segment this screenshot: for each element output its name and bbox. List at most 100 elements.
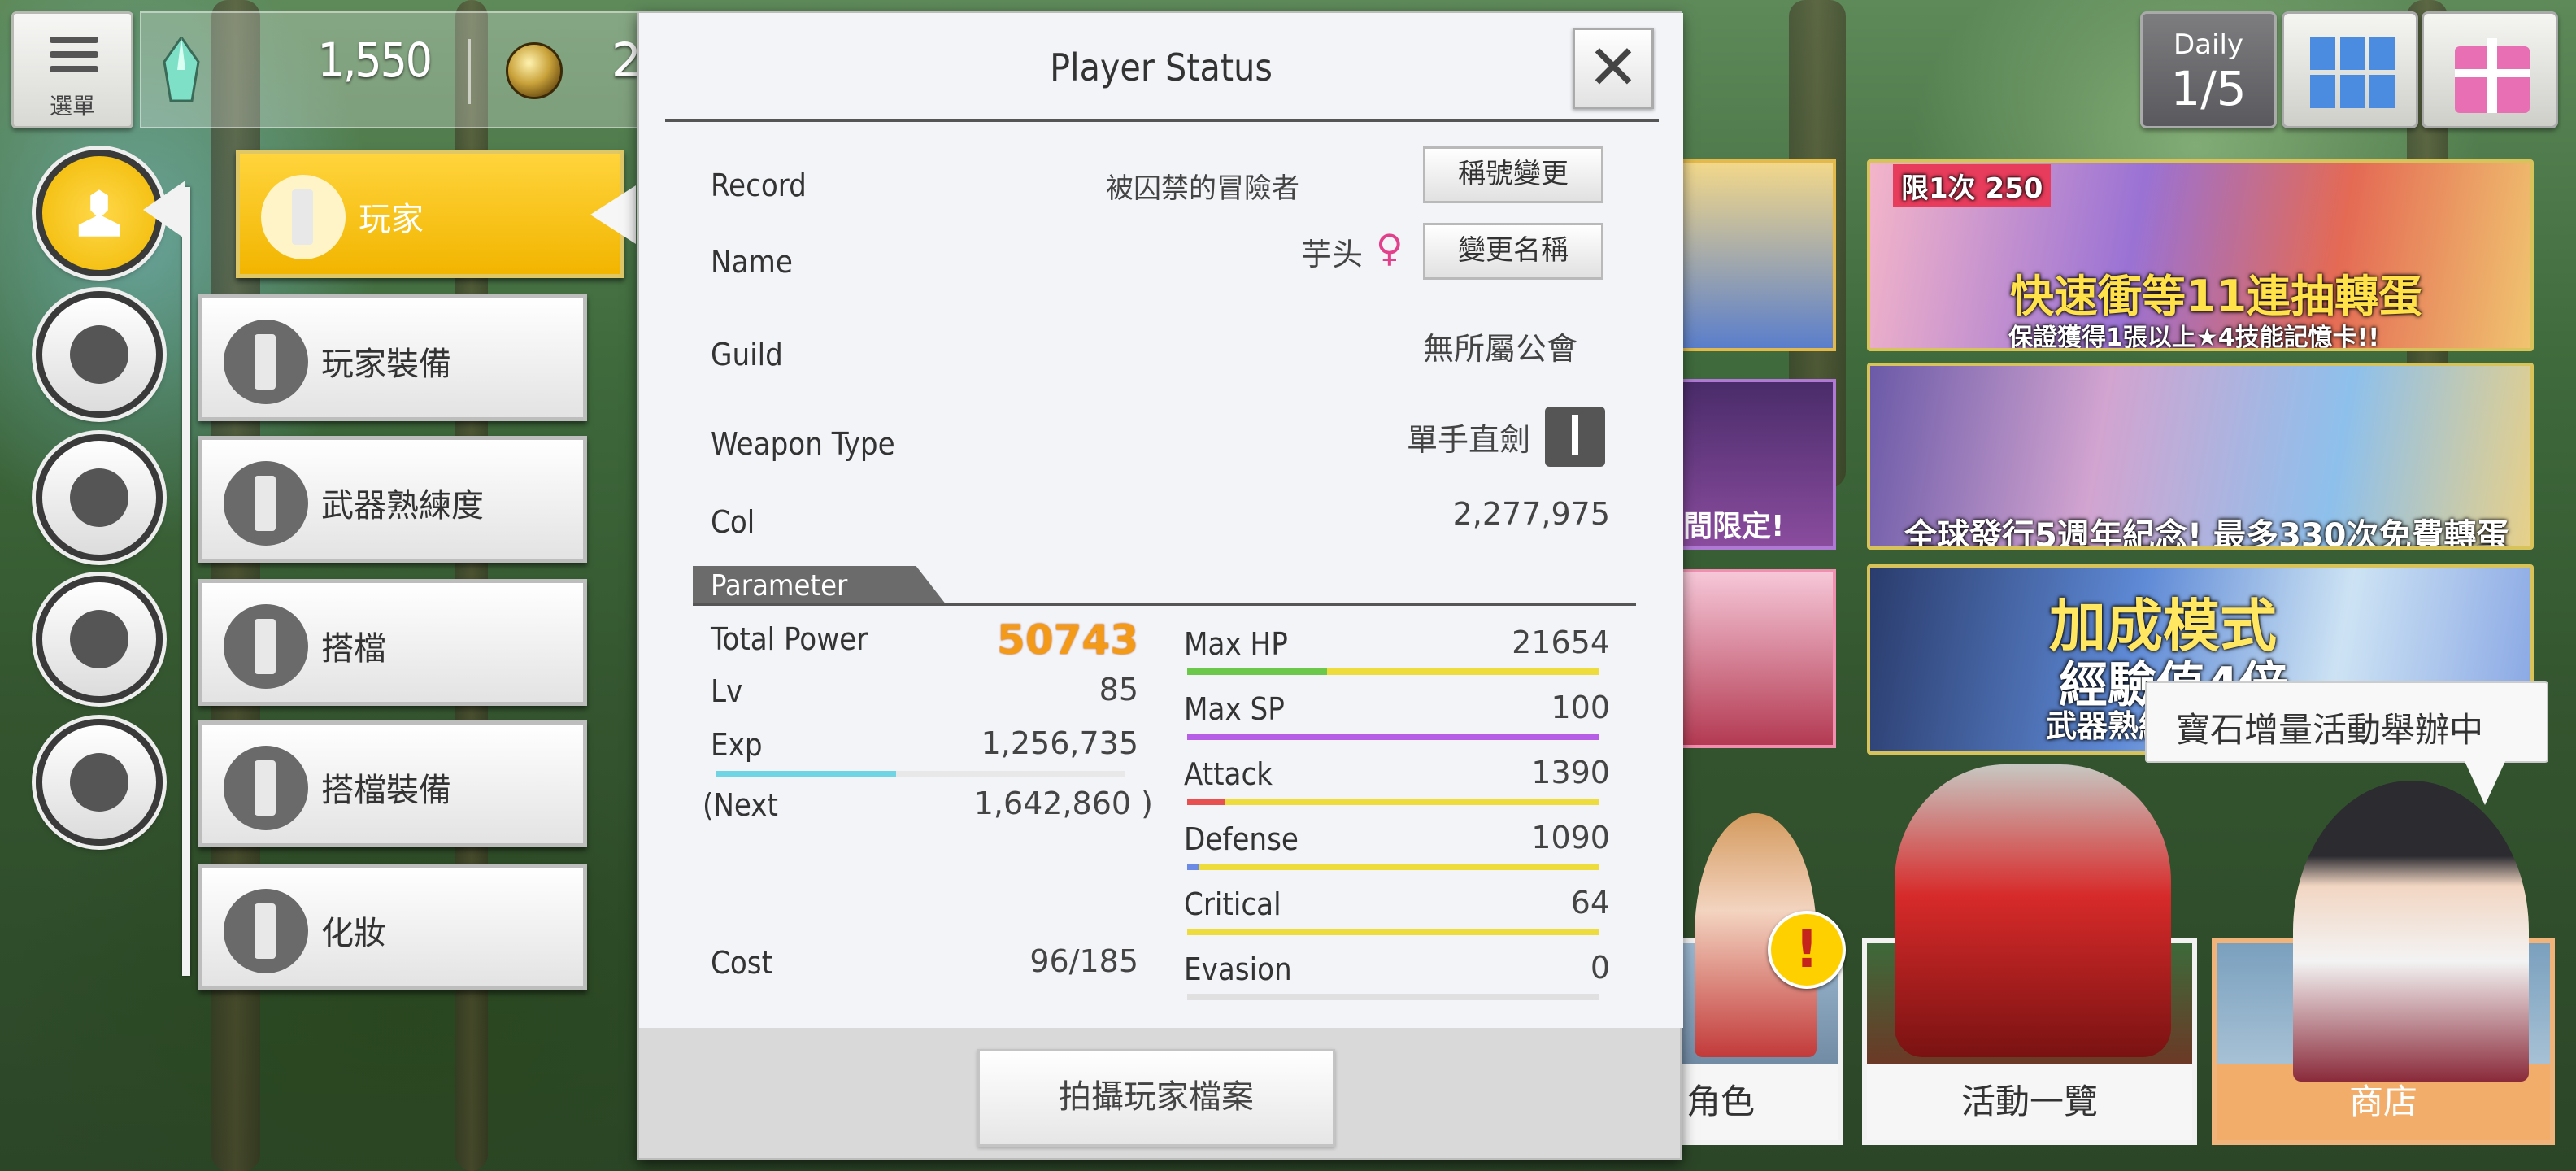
defense-value: 1090: [1531, 820, 1610, 855]
max-sp-label: Max SP: [1184, 691, 1285, 727]
col-label: Col: [711, 504, 755, 540]
level-value: 85: [1099, 672, 1138, 707]
daily-count: 1/5: [2170, 61, 2247, 116]
person-icon: [78, 189, 120, 237]
grid-icon: [2310, 37, 2395, 108]
sidebar-item-label: 搭檔: [321, 630, 386, 668]
sword-icon: [1545, 407, 1605, 467]
total-power-label: Total Power: [711, 621, 868, 657]
partner-equipment-icon: [224, 746, 308, 830]
menu-button[interactable]: 選單: [11, 11, 133, 128]
player-icon: [261, 175, 346, 259]
grid-menu-button[interactable]: [2282, 11, 2418, 128]
parameter-tab: Parameter: [693, 566, 946, 605]
change-name-button[interactable]: 變更名稱: [1423, 223, 1603, 280]
max-hp-bar: [1187, 668, 1599, 675]
partial-banner-text: 間限定!: [1683, 510, 1785, 543]
defense-label: Defense: [1184, 821, 1299, 857]
document-category-button[interactable]: [36, 434, 163, 561]
card-label: 活動一覽: [1867, 1064, 2192, 1140]
weapon-type-label: Weapon Type: [711, 426, 895, 462]
max-hp-label: Max HP: [1184, 626, 1288, 662]
equipment-icon: [224, 320, 308, 404]
sidebar-connector-line: [182, 187, 190, 976]
record-label: Record: [711, 168, 807, 203]
evasion-label: Evasion: [1184, 951, 1292, 987]
bag-category-button[interactable]: [36, 291, 163, 418]
hamburger-icon: [50, 37, 98, 72]
defense-bar: [1187, 864, 1599, 870]
sidebar-item-label: 搭檔裝備: [321, 772, 451, 809]
friends-category-button[interactable]: [36, 576, 163, 703]
currency-divider: [468, 39, 471, 104]
sidebar-item-partner[interactable]: 搭檔: [198, 579, 587, 706]
level-label: Lv: [711, 673, 743, 709]
tooltip-text: 寶石增量活動舉辦中: [2176, 710, 2484, 750]
banner-title: 快速衝等11連抽轉蛋: [2010, 271, 2423, 322]
coin-icon: [506, 42, 563, 99]
exp-progress-bar: [716, 771, 1125, 777]
bag-icon: [70, 325, 128, 384]
sidebar-item-cosmetics[interactable]: 化妝: [198, 864, 587, 990]
close-button[interactable]: ✕: [1573, 28, 1654, 109]
evasion-value: 0: [1590, 950, 1610, 986]
weapon-type-value: 單手直劍: [1406, 422, 1530, 458]
max-sp-value: 100: [1551, 690, 1610, 725]
critical-bar: [1187, 929, 1599, 935]
title-divider: [665, 119, 1659, 122]
attack-label: Attack: [1184, 756, 1273, 792]
player-status-dialog: Player Status ✕ Record 被囚禁的冒險者 稱號變更 Name…: [637, 11, 1683, 1160]
partial-banner-3[interactable]: [1677, 569, 1836, 748]
gear-icon: [70, 753, 128, 812]
banner-badge: 限1次 250: [1893, 164, 2052, 207]
cost-label: Cost: [711, 945, 772, 981]
crystal-icon: [163, 37, 200, 102]
people-icon: [70, 610, 128, 668]
banner-anniversary[interactable]: 全球發行5週年紀念! 最多330次免費轉蛋: [1867, 363, 2534, 550]
partial-banner-1[interactable]: [1677, 159, 1836, 351]
next-exp-label: (Next: [703, 787, 778, 823]
submenu-pointer: [590, 185, 636, 244]
next-exp-value: 1,642,860 ): [973, 786, 1153, 821]
attack-bar: [1187, 799, 1599, 805]
female-icon: ♀: [1376, 226, 1403, 270]
evasion-bar: [1187, 994, 1599, 1000]
banner-gacha-11[interactable]: 限1次 250 快速衝等11連抽轉蛋 保證獲得1張以上★4技能記憶卡!!: [1867, 159, 2534, 351]
gem-count: 1,550: [317, 33, 433, 88]
guild-label: Guild: [711, 337, 783, 372]
dialog-title: Player Status: [1050, 46, 1273, 89]
sidebar-item-player-equipment[interactable]: 玩家裝備: [198, 294, 587, 421]
alert-badge: !: [1768, 911, 1846, 989]
partial-banner-2[interactable]: 間限定!: [1677, 379, 1836, 550]
banner-subtitle: 保證獲得1張以上★4技能記憶卡!!: [2008, 324, 2380, 351]
sidebar-item-player[interactable]: 玩家: [236, 150, 624, 278]
max-hp-value: 21654: [1512, 625, 1610, 660]
change-title-button[interactable]: 稱號變更: [1423, 146, 1603, 203]
daily-button[interactable]: Daily 1/5: [2140, 11, 2277, 128]
col-value: 2,277,975: [1452, 496, 1610, 532]
selection-pointer: [143, 181, 185, 239]
name-value: 芋头: [1300, 237, 1363, 272]
crossed-swords-icon: [224, 461, 308, 546]
gift-button[interactable]: [2422, 11, 2558, 128]
cost-value: 96/185: [1029, 943, 1138, 979]
dragon-portrait: [1895, 764, 2171, 1057]
settings-category-button[interactable]: [36, 719, 163, 846]
parameter-divider: [693, 603, 1636, 606]
capture-profile-button[interactable]: 拍攝玩家檔案: [977, 1049, 1335, 1147]
sidebar-item-weapon-mastery[interactable]: 武器熟練度: [198, 436, 587, 563]
event-tooltip: 寶石增量活動舉辦中: [2145, 681, 2548, 763]
guild-value: 無所屬公會: [1422, 331, 1577, 367]
sidebar-item-label: 玩家裝備: [321, 346, 451, 383]
exp-value: 1,256,735: [981, 725, 1138, 761]
critical-label: Critical: [1184, 886, 1281, 922]
sidebar-item-label: 玩家: [359, 201, 424, 238]
max-sp-bar: [1187, 734, 1599, 740]
sidebar-item-partner-equipment[interactable]: 搭檔裝備: [198, 720, 587, 847]
menu-label: 選單: [49, 93, 95, 120]
tooltip-tail: [2464, 760, 2506, 805]
critical-value: 64: [1570, 885, 1610, 921]
card-label: 角色: [1672, 1064, 1838, 1140]
partner-icon: [224, 604, 308, 689]
shopkeeper-portrait: [2293, 781, 2529, 1082]
